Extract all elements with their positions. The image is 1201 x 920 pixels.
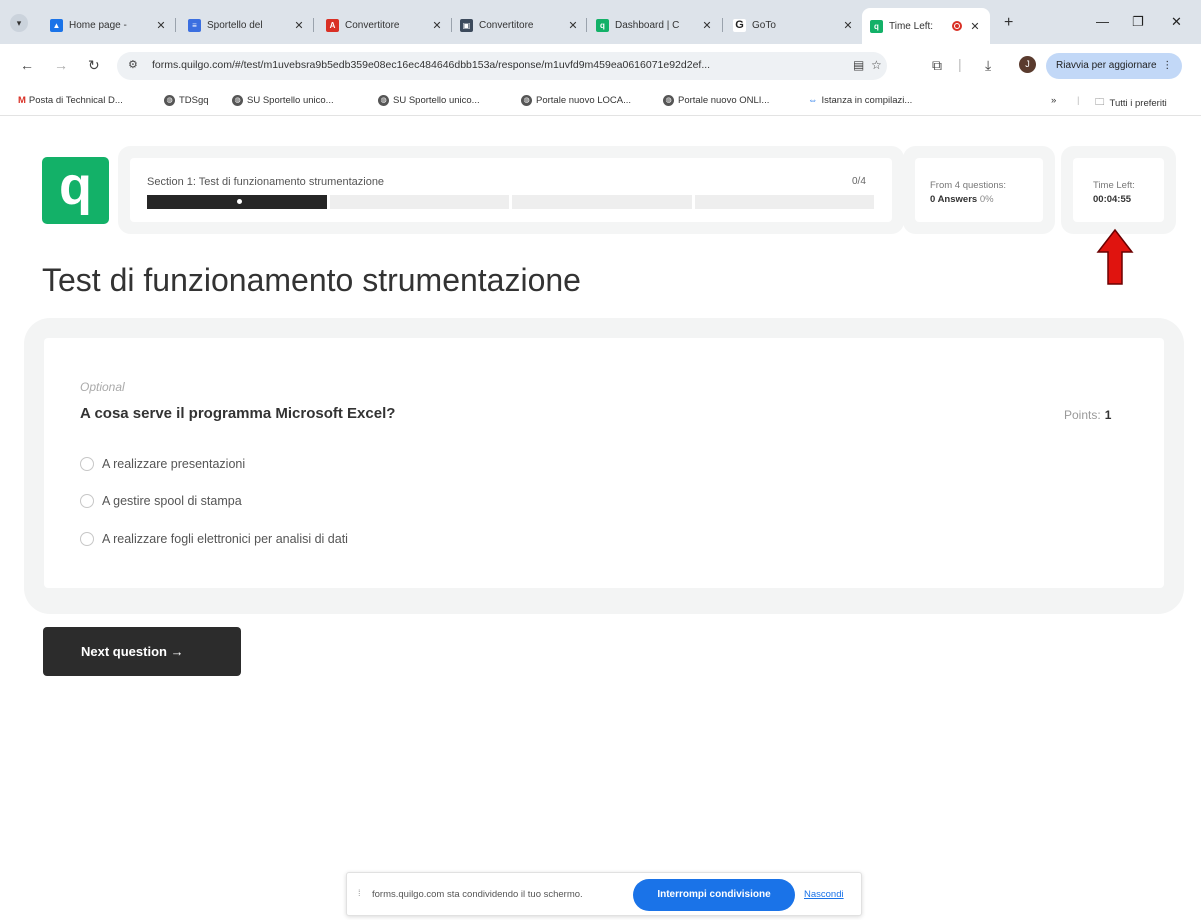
globe-icon: ◍ xyxy=(378,95,389,106)
close-tab-icon[interactable]: ✕ xyxy=(841,19,855,32)
all-bookmarks-button[interactable]: 🗀 Tutti i preferiti xyxy=(1095,95,1167,111)
close-tab-icon[interactable]: ✕ xyxy=(700,19,714,32)
tab-separator xyxy=(722,18,723,32)
section-progress-card xyxy=(130,158,892,222)
browser-tab[interactable]: A Convertitore ✕ xyxy=(326,12,444,38)
bookmark-item[interactable]: ◍ Portale nuovo ONLI... xyxy=(663,95,769,106)
bookmark-item[interactable]: M Posta di Technical D... xyxy=(18,95,123,106)
close-window-icon[interactable]: ✕ xyxy=(1171,14,1182,30)
google-drive-icon: ▲ xyxy=(50,18,63,32)
download-icon[interactable]: ⤓ xyxy=(985,57,991,74)
forward-icon[interactable]: → xyxy=(54,57,68,73)
radio-button[interactable] xyxy=(80,532,94,546)
google-forms-icon: ≡ xyxy=(188,18,201,32)
globe-icon: ◍ xyxy=(232,95,243,106)
next-question-button[interactable]: Next question → xyxy=(43,627,241,676)
browser-tab[interactable]: ≡ Sportello del ✕ xyxy=(188,12,306,38)
annotation-arrow-icon xyxy=(1096,228,1134,285)
browser-tab[interactable]: ▣ Convertitore ✕ xyxy=(460,12,580,38)
tab-separator xyxy=(451,18,452,32)
quilgo-icon: q xyxy=(596,18,609,32)
converter-icon: ▣ xyxy=(460,18,473,32)
bookmark-item[interactable]: ◍ SU Sportello unico... xyxy=(232,95,334,106)
time-left-label: Time Left: xyxy=(1093,180,1135,191)
toolbar-divider: | xyxy=(958,56,962,72)
extensions-icon[interactable]: ⧉ xyxy=(932,57,942,74)
radio-button[interactable] xyxy=(80,457,94,471)
answer-option[interactable]: A realizzare fogli elettronici per anali… xyxy=(80,532,348,546)
tab-separator xyxy=(175,18,176,32)
bookmark-item[interactable]: ◍ TDSgq xyxy=(164,95,209,106)
section-title: Section 1: Test di funzionamento strumen… xyxy=(147,176,385,188)
tab-search-button[interactable]: ▾ xyxy=(10,14,28,32)
translate-icon[interactable]: ▤ xyxy=(853,58,864,72)
tab-separator xyxy=(313,18,314,32)
stop-sharing-button[interactable]: Interrompi condivisione xyxy=(633,879,795,911)
recording-icon xyxy=(952,21,962,31)
goto-icon: G xyxy=(733,18,746,32)
globe-icon: ◍ xyxy=(521,95,532,106)
page-title: Test di funzionamento strumentazione xyxy=(42,262,581,298)
folder-icon: 🗀 xyxy=(1095,97,1105,108)
new-tab-button[interactable]: + xyxy=(1004,14,1013,32)
close-tab-icon[interactable]: ✕ xyxy=(430,19,444,32)
radio-button[interactable] xyxy=(80,494,94,508)
site-info-icon[interactable]: ⚙ xyxy=(128,58,138,71)
quilgo-icon: q xyxy=(870,19,883,33)
quilgo-logo: q xyxy=(42,157,109,224)
current-question-marker xyxy=(236,199,242,204)
time-left-value: 00:04:55 xyxy=(1093,194,1132,205)
section-progress-bar xyxy=(147,195,874,209)
question-text: A cosa serve il programma Microsoft Exce… xyxy=(80,405,396,422)
bookmark-star-icon[interactable]: ☆ xyxy=(871,58,882,72)
close-tab-icon[interactable]: ✕ xyxy=(292,19,306,32)
globe-icon: ◍ xyxy=(663,95,674,106)
answer-option[interactable]: A realizzare presentazioni xyxy=(80,457,245,471)
bookmark-item[interactable]: ⇔ Istanza in compilazi... xyxy=(808,95,912,106)
reload-icon[interactable]: ↻ xyxy=(88,57,100,74)
questions-total-label: From 4 questions: xyxy=(930,180,1007,191)
browser-tab[interactable]: ▲ Home page - ✕ xyxy=(50,12,168,38)
answers-count: 0 Answers 0% xyxy=(930,194,994,205)
close-tab-icon[interactable]: ✕ xyxy=(566,19,580,32)
drag-handle-icon[interactable]: ⁞ xyxy=(358,888,361,898)
acrobat-icon: A xyxy=(326,18,339,32)
bookmarks-overflow-button[interactable]: » xyxy=(1051,95,1056,106)
bookmarks-divider: | xyxy=(1077,95,1080,106)
progress-segment xyxy=(329,195,509,209)
answer-option[interactable]: A gestire spool di stampa xyxy=(80,494,242,508)
bookmark-item[interactable]: ◍ SU Sportello unico... xyxy=(378,95,480,106)
progress-segment xyxy=(512,195,692,209)
browser-tab-active[interactable]: q Time Left: ✕ xyxy=(862,8,990,44)
question-points: Points: 1 xyxy=(1064,408,1112,422)
profile-avatar[interactable]: J xyxy=(1019,56,1036,73)
gmail-icon: M xyxy=(18,95,26,106)
bookmark-item[interactable]: ◍ Portale nuovo LOCA... xyxy=(521,95,631,106)
optional-label: Optional xyxy=(80,380,125,394)
browser-tab[interactable]: G GoTo ✕ xyxy=(733,12,855,38)
browser-tab[interactable]: q Dashboard | C ✕ xyxy=(596,12,714,38)
link-icon: ⇔ xyxy=(808,95,818,106)
url-text[interactable]: forms.quilgo.com/#/test/m1uvebsra9b5edb3… xyxy=(152,59,842,71)
section-question-count: 0/4 xyxy=(852,176,866,187)
globe-icon: ◍ xyxy=(164,95,175,106)
restore-icon[interactable]: ❐ xyxy=(1132,14,1144,30)
close-tab-icon[interactable]: ✕ xyxy=(968,20,982,33)
screen-share-message: forms.quilgo.com sta condividendo il tuo… xyxy=(372,889,583,900)
update-browser-button[interactable]: Riavvia per aggiornare ⋮ xyxy=(1046,53,1183,79)
minimize-icon[interactable]: — xyxy=(1096,14,1109,29)
more-menu-icon[interactable]: ⋮ xyxy=(1162,60,1172,71)
tab-separator xyxy=(586,18,587,32)
progress-segment xyxy=(694,195,874,209)
hide-share-bar-link[interactable]: Nascondi xyxy=(804,889,844,900)
back-icon[interactable]: ← xyxy=(20,57,34,73)
close-tab-icon[interactable]: ✕ xyxy=(154,19,168,32)
progress-segment xyxy=(147,195,327,209)
